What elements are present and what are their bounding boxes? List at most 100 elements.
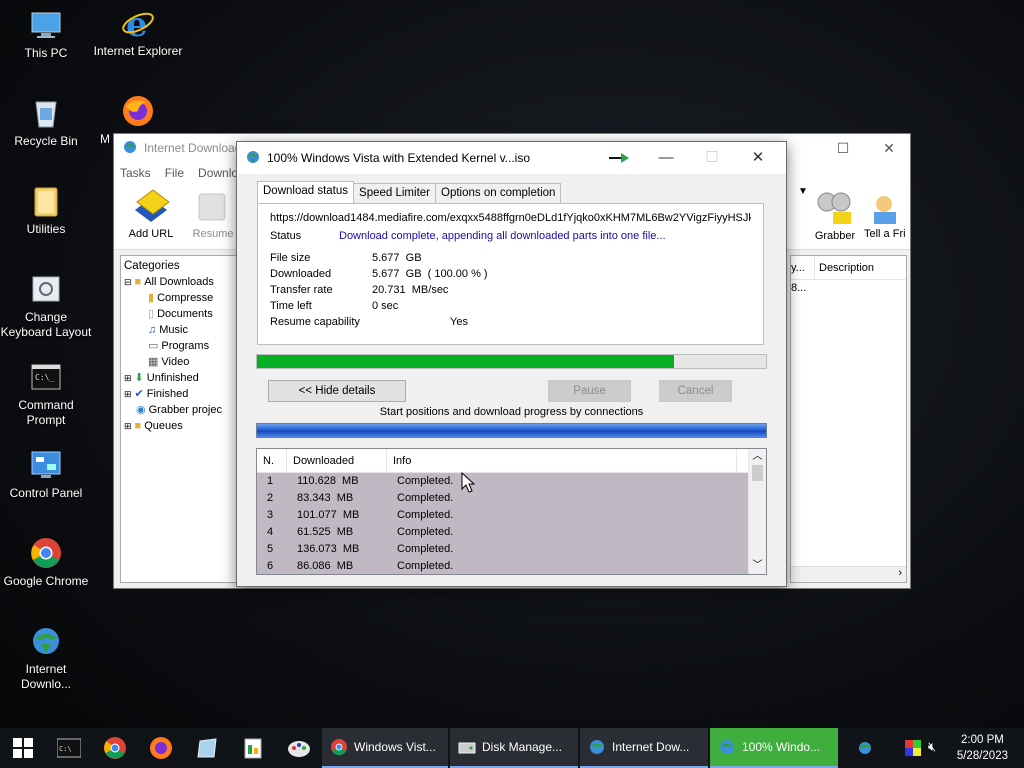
taskbar-task-label: 100% Windo... xyxy=(742,740,821,754)
start-button[interactable] xyxy=(0,728,46,768)
category-queues[interactable]: ⊞ ■ Queues xyxy=(124,418,238,434)
table-row[interactable]: 6 86.086 MB Completed. xyxy=(257,558,748,574)
column-header-downloaded[interactable]: Downloaded xyxy=(287,449,387,472)
desktop-icon-google-chrome[interactable]: Google Chrome xyxy=(0,536,92,589)
minimize-icon[interactable]: — xyxy=(643,144,689,172)
category-label: All Downloads xyxy=(144,276,214,288)
hide-details-button[interactable]: << Hide details xyxy=(268,380,406,402)
category-finished[interactable]: ⊞ ✔ Finished xyxy=(124,386,238,402)
close-icon[interactable]: ✕ xyxy=(735,144,781,172)
tray-color-icon[interactable] xyxy=(905,740,921,759)
clock-time: 2:00 PM xyxy=(961,734,1004,746)
column-header-info[interactable]: Info xyxy=(387,449,737,472)
category-all-downloads[interactable]: ⊟ ■ All Downloads xyxy=(124,274,238,290)
desktop-icon-utilities[interactable]: Utilities xyxy=(0,184,92,237)
category-grabber-projects[interactable]: ◉ Grabber projec xyxy=(124,402,238,418)
desktop-icon-recycle-bin[interactable]: Recycle Bin xyxy=(0,96,92,149)
resume-label: Resume xyxy=(192,228,234,240)
scroll-up-icon[interactable]: ︿ xyxy=(749,449,766,465)
taskbar-pin-command-prompt[interactable]: C:\ xyxy=(46,728,92,768)
scroll-thumb[interactable] xyxy=(752,465,763,481)
column-header-size[interactable]: y... xyxy=(791,256,815,279)
resume-button[interactable]: Resume xyxy=(182,184,244,240)
taskbar-pin-chrome[interactable] xyxy=(92,728,138,768)
video-icon: ▦ xyxy=(148,356,159,368)
plus-icon[interactable]: ⊞ xyxy=(124,370,132,386)
desktop-icon-internet-download-manager[interactable]: Internet Downlo... xyxy=(0,624,92,692)
table-row[interactable]: 2 83.343 MB Completed. xyxy=(257,490,748,507)
desktop-icon-label: Internet Downlo... xyxy=(20,662,72,691)
category-unfinished[interactable]: ⊞ ⬇ Unfinished xyxy=(124,370,238,386)
taskbar-task-idm-main[interactable]: Internet Dow... xyxy=(580,728,708,768)
tell-a-friend-button[interactable]: Tell a Fri xyxy=(864,186,910,240)
plus-icon[interactable]: ⊞ xyxy=(124,386,132,402)
category-label: Programs xyxy=(161,340,210,352)
file-size-row: File size 5.677 GB xyxy=(270,250,751,266)
pause-button[interactable]: Pause xyxy=(548,380,631,402)
category-label: Queues xyxy=(144,420,183,432)
close-icon[interactable]: ✕ xyxy=(866,134,912,162)
table-row[interactable]: 3 101.077 MB Completed. xyxy=(257,507,748,524)
column-header-n[interactable]: N. xyxy=(257,449,287,472)
grabber-label: Grabber xyxy=(814,230,856,242)
menu-tasks[interactable]: Tasks xyxy=(120,166,151,180)
category-label: Music xyxy=(159,324,188,336)
minus-icon[interactable]: ⊟ xyxy=(124,274,132,290)
connections-label: Start positions and download progress by… xyxy=(379,406,644,418)
desktop-icon-label: Google Chrome xyxy=(3,574,89,588)
tab-speed-limiter[interactable]: Speed Limiter xyxy=(353,183,436,203)
grabber-button[interactable]: Grabber xyxy=(804,186,866,242)
category-video[interactable]: ▦ Video xyxy=(124,354,238,370)
taskbar-pin-firefox[interactable] xyxy=(138,728,184,768)
taskbar-task-disk-management[interactable]: Disk Manage... xyxy=(450,728,578,768)
horizontal-scrollbar[interactable]: › xyxy=(791,566,906,582)
category-label: Grabber projec xyxy=(148,404,222,416)
tab-options-on-completion[interactable]: Options on completion xyxy=(435,183,562,203)
column-header-description[interactable]: Description xyxy=(815,256,874,279)
resume-icon xyxy=(191,186,235,226)
volume-muted-icon[interactable]: 🔇︎ xyxy=(928,739,936,755)
row-number: 4 xyxy=(267,526,274,538)
tab-download-status[interactable]: Download status xyxy=(257,181,355,203)
system-clock[interactable]: 2:00 PM 5/28/2023 xyxy=(957,732,1008,764)
desktop-icon-internet-explorer[interactable]: e Internet Explorer xyxy=(92,5,184,59)
cancel-button[interactable]: Cancel xyxy=(659,380,732,402)
category-label: Finished xyxy=(146,388,189,400)
taskbar-task-download-dialog[interactable]: 100% Windo... xyxy=(710,728,838,768)
taskbar-pin-paint[interactable] xyxy=(276,728,322,768)
table-row[interactable]: 5 136.073 MB Completed. xyxy=(257,541,748,558)
category-programs[interactable]: ▭ Programs xyxy=(124,338,238,354)
tray-idm-icon[interactable] xyxy=(856,740,874,759)
vertical-scrollbar[interactable]: ︿ ﹀ xyxy=(748,449,766,574)
desktop-icon-change-keyboard-layout[interactable]: Change Keyboard Layout xyxy=(0,272,92,340)
plus-icon[interactable]: ⊞ xyxy=(124,418,132,434)
row-number: 5 xyxy=(267,543,274,555)
desktop-icon-command-prompt[interactable]: C:\_ Command Prompt xyxy=(0,360,92,428)
add-url-button[interactable]: Add URL xyxy=(120,184,182,240)
menu-downloads[interactable]: Downlo xyxy=(198,166,238,180)
taskbar-task-chrome[interactable]: Windows Vist... xyxy=(322,728,448,768)
idm-main-title: Internet Download xyxy=(144,141,242,155)
table-row[interactable]: 1 110.628 MB Completed. xyxy=(257,473,748,490)
file-size-value: 5.677 GB xyxy=(372,252,422,264)
category-compressed[interactable]: ▮ Compresse xyxy=(124,290,238,306)
program-icon: ▭ xyxy=(148,340,159,352)
taskbar: C:\ Windows Vist... Disk Manage... Inter… xyxy=(0,728,1024,768)
transfer-arrow-icon xyxy=(609,152,631,167)
taskbar-pin-notepad[interactable] xyxy=(184,728,230,768)
scroll-down-icon[interactable]: ﹀ xyxy=(749,558,766,574)
desktop-icon-control-panel[interactable]: Control Panel xyxy=(0,448,92,501)
table-row[interactable]: 4 61.525 MB Completed. xyxy=(257,524,748,541)
menu-file[interactable]: File xyxy=(165,166,184,180)
desktop-icon-this-pc[interactable]: This PC xyxy=(0,8,92,61)
category-documents[interactable]: ▯ Documents xyxy=(124,306,238,322)
desktop-icon-label: Control Panel xyxy=(9,486,83,500)
taskbar-pin-app[interactable] xyxy=(230,728,276,768)
row-number: 6 xyxy=(267,560,274,572)
maximize-icon[interactable]: ☐ xyxy=(820,134,866,162)
document-icon: ▯ xyxy=(148,308,155,320)
scroll-right-icon[interactable]: › xyxy=(898,567,902,579)
idm-icon xyxy=(590,740,604,754)
spreadsheet-icon xyxy=(244,738,262,759)
category-music[interactable]: ♫ Music xyxy=(124,322,238,338)
